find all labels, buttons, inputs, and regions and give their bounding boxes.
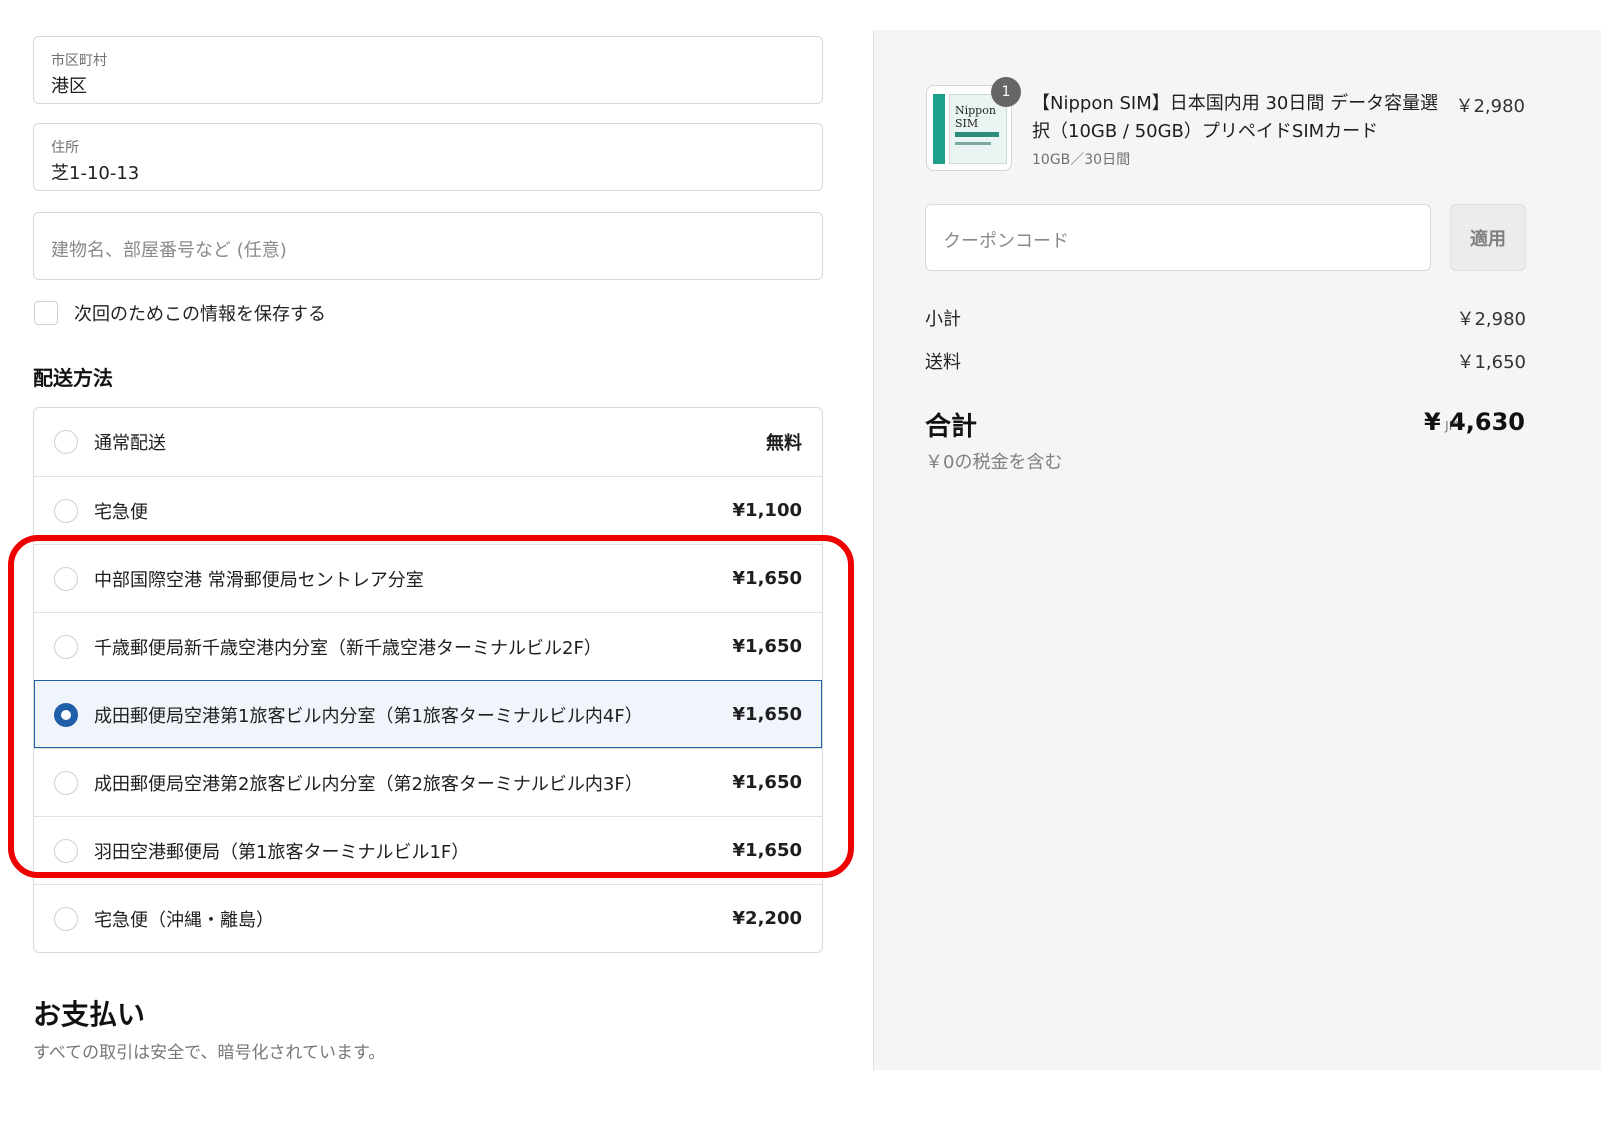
- subtotal-label: 小計: [925, 309, 961, 330]
- tax-note: ￥0の税金を含む: [925, 452, 1063, 473]
- shipping-option[interactable]: 通常配送 無料: [34, 408, 822, 476]
- total-label: 合計: [925, 412, 978, 442]
- thumbnail-brand: Nippon SIM: [955, 104, 996, 130]
- shipping-radio[interactable]: [54, 499, 78, 523]
- thumbnail-stripe: [933, 94, 945, 164]
- total-value: ¥ 4,630: [1424, 408, 1525, 436]
- shipping-radio[interactable]: [54, 839, 78, 863]
- shipping-option-price: ¥2,200: [732, 908, 802, 929]
- city-field[interactable]: 市区町村 港区: [33, 36, 823, 104]
- shipping-radio[interactable]: [54, 430, 78, 454]
- shipping-option[interactable]: 中部国際空港 常滑郵便局セントレア分室 ¥1,650: [34, 544, 822, 612]
- save-info-row[interactable]: 次回のためこの情報を保存する: [34, 298, 326, 328]
- shipping-option-name: 宅急便（沖縄・離島）: [94, 909, 274, 931]
- payment-title: お支払い: [33, 998, 146, 1031]
- product-title: 【Nippon SIM】日本国内用 30日間 データ容量選択（10GB / 50…: [1032, 93, 1439, 142]
- shipping-option-name: 通常配送: [94, 433, 166, 454]
- shipping-option-price: ¥1,650: [732, 772, 802, 793]
- shipping-options: 通常配送 無料 宅急便 ¥1,100 中部国際空港 常滑郵便局セントレア分室 ¥…: [33, 407, 823, 953]
- shipping-option-selected[interactable]: 成田郵便局空港第1旅客ビル内分室（第1旅客ターミナルビル内4F） ¥1,650: [34, 680, 822, 748]
- shipping-option-name: 成田郵便局空港第1旅客ビル内分室（第1旅客ターミナルビル内4F）: [94, 705, 643, 727]
- shipping-option[interactable]: 千歳郵便局新千歳空港内分室（新千歳空港ターミナルビル2F） ¥1,650: [34, 612, 822, 680]
- shipping-option-name: 千歳郵便局新千歳空港内分室（新千歳空港ターミナルビル2F）: [94, 637, 602, 659]
- shipping-option-name: 宅急便: [94, 501, 148, 523]
- shipping-radio[interactable]: [54, 907, 78, 931]
- thumbnail-bar: [955, 142, 991, 145]
- shipping-cost-value: ￥1,650: [1456, 352, 1526, 373]
- subtotal-value: ￥2,980: [1456, 309, 1526, 330]
- shipping-option-price: ¥1,650: [732, 704, 802, 725]
- shipping-option[interactable]: 羽田空港郵便局（第1旅客ターミナルビル1F） ¥1,650: [34, 816, 822, 884]
- shipping-radio[interactable]: [54, 771, 78, 795]
- shipping-cost-row: 送料 ￥1,650: [925, 348, 1526, 374]
- shipping-option-price: 無料: [766, 433, 802, 454]
- product-variant: 10GB／30日間: [1032, 152, 1131, 168]
- shipping-option-price: ¥1,650: [732, 636, 802, 657]
- coupon-placeholder: クーポンコード: [943, 231, 1069, 252]
- shipping-option-name: 成田郵便局空港第2旅客ビル内分室（第2旅客ターミナルビル内3F）: [94, 773, 643, 795]
- street-value[interactable]: 芝1-10-13: [51, 159, 139, 185]
- building-field[interactable]: 建物名、部屋番号など (任意): [33, 212, 823, 280]
- payment-subtitle: すべての取引は安全で、暗号化されています。: [33, 1043, 386, 1063]
- shipping-option[interactable]: 宅急便 ¥1,100: [34, 476, 822, 544]
- apply-coupon-button[interactable]: 適用: [1450, 204, 1526, 271]
- city-value[interactable]: 港区: [51, 72, 87, 98]
- product-price: ￥2,980: [1455, 96, 1525, 117]
- thumbnail-bar: [955, 132, 999, 137]
- shipping-cost-label: 送料: [925, 352, 961, 373]
- quantity-badge: 1: [991, 77, 1021, 107]
- city-label: 市区町村: [51, 53, 107, 69]
- checkout-form: 市区町村 港区 住所 芝1-10-13 建物名、部屋番号など (任意) 次回のた…: [0, 0, 892, 1121]
- shipping-option-price: ¥1,650: [732, 840, 802, 861]
- shipping-option[interactable]: 成田郵便局空港第2旅客ビル内分室（第2旅客ターミナルビル内3F） ¥1,650: [34, 748, 822, 816]
- shipping-method-title: 配送方法: [33, 366, 113, 390]
- save-info-checkbox[interactable]: [34, 301, 58, 325]
- shipping-radio[interactable]: [54, 635, 78, 659]
- save-info-label: 次回のためこの情報を保存する: [74, 304, 326, 325]
- shipping-option-price: ¥1,100: [732, 500, 802, 521]
- coupon-input[interactable]: クーポンコード: [925, 204, 1431, 271]
- shipping-radio-selected[interactable]: [54, 703, 78, 727]
- order-summary: Nippon SIM 1 【Nippon SIM】日本国内用 30日間 データ容…: [873, 30, 1601, 1070]
- subtotal-row: 小計 ￥2,980: [925, 305, 1526, 331]
- shipping-option-name: 中部国際空港 常滑郵便局セントレア分室: [94, 569, 424, 591]
- building-placeholder: 建物名、部屋番号など (任意): [51, 240, 287, 261]
- street-field[interactable]: 住所 芝1-10-13: [33, 123, 823, 191]
- shipping-option[interactable]: 宅急便（沖縄・離島） ¥2,200: [34, 884, 822, 952]
- street-label: 住所: [51, 140, 79, 156]
- shipping-radio[interactable]: [54, 567, 78, 591]
- shipping-option-name: 羽田空港郵便局（第1旅客ターミナルビル1F）: [94, 841, 470, 863]
- shipping-option-price: ¥1,650: [732, 568, 802, 589]
